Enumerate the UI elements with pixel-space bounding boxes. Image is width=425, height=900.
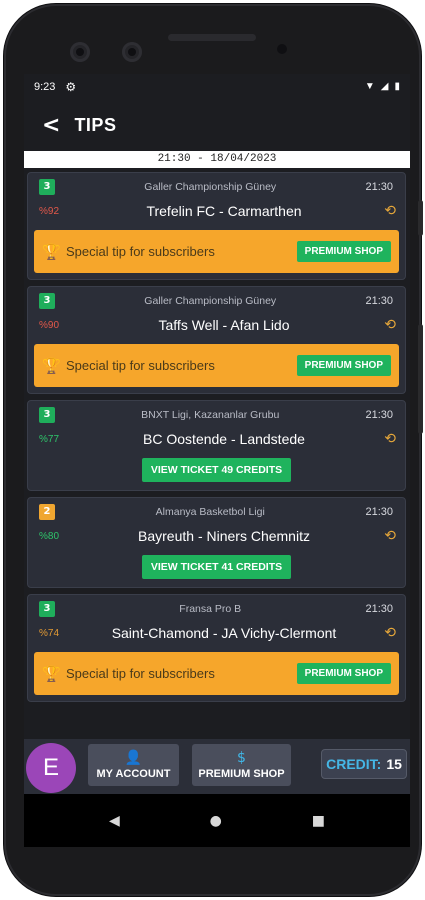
user-icon: 👤 (124, 749, 143, 766)
my-account-label: MY ACCOUNT (96, 767, 171, 780)
recents-nav-icon[interactable]: ■ (312, 813, 325, 829)
my-account-button[interactable]: 👤 MY ACCOUNT (88, 744, 179, 786)
win-percent: %74 (39, 627, 60, 639)
premium-shop-button[interactable]: PREMIUM SHOP (296, 355, 391, 376)
match-time: 21:30 (365, 603, 393, 615)
trophy-icon: 🏆 (42, 664, 61, 683)
rating-badge: 3 (39, 407, 55, 423)
back-arrow-icon[interactable]: < (42, 113, 60, 138)
status-icons: ▼ ◢ ▮ (365, 81, 400, 92)
history-icon[interactable]: ⟲ (374, 625, 396, 641)
front-camera-dot (277, 44, 287, 54)
match-time: 21:30 (365, 506, 393, 518)
battery-icon: ▮ (394, 81, 400, 92)
subscriber-tip-banner: 🏆 Special tip for subscribers PREMIUM SH… (34, 230, 399, 273)
rating-badge: 3 (39, 601, 55, 617)
win-percent: %77 (39, 433, 60, 445)
subscriber-tip-banner: 🏆 Special tip for subscribers PREMIUM SH… (34, 652, 399, 695)
league-name: Fransa Pro B (179, 603, 242, 615)
match-time: 21:30 (365, 181, 393, 193)
credit-label: CREDIT: (326, 756, 382, 772)
special-tip-text: Special tip for subscribers (66, 244, 215, 259)
history-icon[interactable]: ⟲ (374, 317, 396, 333)
app-screen: 9:23 ⚙ ▼ ◢ ▮ < TIPS 21:30 - 18/04/2023 3… (24, 74, 410, 847)
avatar[interactable]: E (26, 743, 76, 793)
signal-icon: ◢ (380, 81, 389, 92)
win-percent: %90 (39, 319, 60, 331)
credit-value: 15 (386, 756, 402, 772)
back-nav-icon[interactable]: ◀ (109, 813, 120, 829)
league-name: Galler Championship Güney (144, 181, 277, 193)
match-title: Taffs Well - Afan Lido (158, 317, 290, 333)
credit-display: CREDIT: 15 (321, 749, 407, 779)
subscriber-tip-banner: 🏆 Special tip for subscribers PREMIUM SH… (34, 344, 399, 387)
rating-badge: 3 (39, 179, 55, 195)
premium-shop-button[interactable]: PREMIUM SHOP (296, 663, 391, 684)
power-button (418, 324, 423, 434)
premium-shop-button[interactable]: PREMIUM SHOP (296, 241, 391, 262)
status-time: 9:23 (34, 80, 56, 93)
speaker-grille (168, 34, 256, 41)
dollar-coin-icon: $ (237, 749, 246, 766)
camera-icon (122, 42, 142, 62)
wifi-icon: ▼ (364, 81, 375, 92)
volume-button (418, 200, 423, 236)
view-ticket-button[interactable]: VIEW TICKET 41 CREDITS (141, 555, 292, 579)
trophy-icon: 🏆 (42, 356, 61, 375)
win-percent: %80 (39, 530, 60, 542)
tip-card[interactable]: 3 BNXT Ligi, Kazananlar Grubu 21:30 %77 … (27, 400, 406, 491)
tip-card[interactable]: 3 Galler Championship Güney 21:30 %90 Ta… (27, 286, 406, 394)
premium-shop-nav-button[interactable]: $ PREMIUM SHOP (192, 744, 291, 786)
history-icon[interactable]: ⟲ (374, 528, 396, 544)
league-name: BNXT Ligi, Kazananlar Grubu (141, 409, 280, 421)
match-time: 21:30 (365, 409, 393, 421)
app-header: < TIPS (24, 99, 410, 151)
android-nav-bar: ◀ ● ■ (24, 794, 410, 847)
special-tip-text: Special tip for subscribers (66, 666, 215, 681)
special-tip-text: Special tip for subscribers (66, 358, 215, 373)
match-title: Trefelin FC - Carmarthen (146, 203, 302, 219)
tip-card[interactable]: 2 Almanya Basketbol Ligi 21:30 %80 Bayre… (27, 497, 406, 588)
phone-frame: 9:23 ⚙ ▼ ◢ ▮ < TIPS 21:30 - 18/04/2023 3… (4, 4, 423, 896)
match-title: BC Oostende - Landstede (143, 431, 305, 447)
bottom-bar: E 👤 MY ACCOUNT $ PREMIUM SHOP CREDIT: 15 (24, 739, 410, 794)
rating-badge: 2 (39, 504, 55, 520)
sensor-icon (70, 42, 90, 62)
win-percent: %92 (39, 205, 60, 217)
history-icon[interactable]: ⟲ (374, 431, 396, 447)
page-title: TIPS (74, 114, 117, 135)
tip-card[interactable]: 3 Fransa Pro B 21:30 %74 Saint-Chamond -… (27, 594, 406, 702)
date-bar: 21:30 - 18/04/2023 (24, 151, 410, 168)
rating-badge: 3 (39, 293, 55, 309)
history-icon[interactable]: ⟲ (374, 203, 396, 219)
match-title: Saint-Chamond - JA Vichy-Clermont (111, 625, 337, 641)
tip-card[interactable]: 3 Galler Championship Güney 21:30 %92 Tr… (27, 172, 406, 280)
league-name: Almanya Basketbol Ligi (155, 506, 265, 518)
premium-shop-label: PREMIUM SHOP (198, 767, 285, 780)
tips-list: 3 Galler Championship Güney 21:30 %92 Tr… (24, 172, 410, 702)
status-bar: 9:23 ⚙ ▼ ◢ ▮ (24, 74, 410, 99)
match-time: 21:30 (365, 295, 393, 307)
gear-icon: ⚙ (65, 79, 77, 94)
home-nav-icon[interactable]: ● (210, 813, 222, 829)
view-ticket-button[interactable]: VIEW TICKET 49 CREDITS (141, 458, 292, 482)
trophy-icon: 🏆 (42, 242, 61, 261)
match-title: Bayreuth - Niners Chemnitz (138, 528, 310, 544)
league-name: Galler Championship Güney (144, 295, 277, 307)
